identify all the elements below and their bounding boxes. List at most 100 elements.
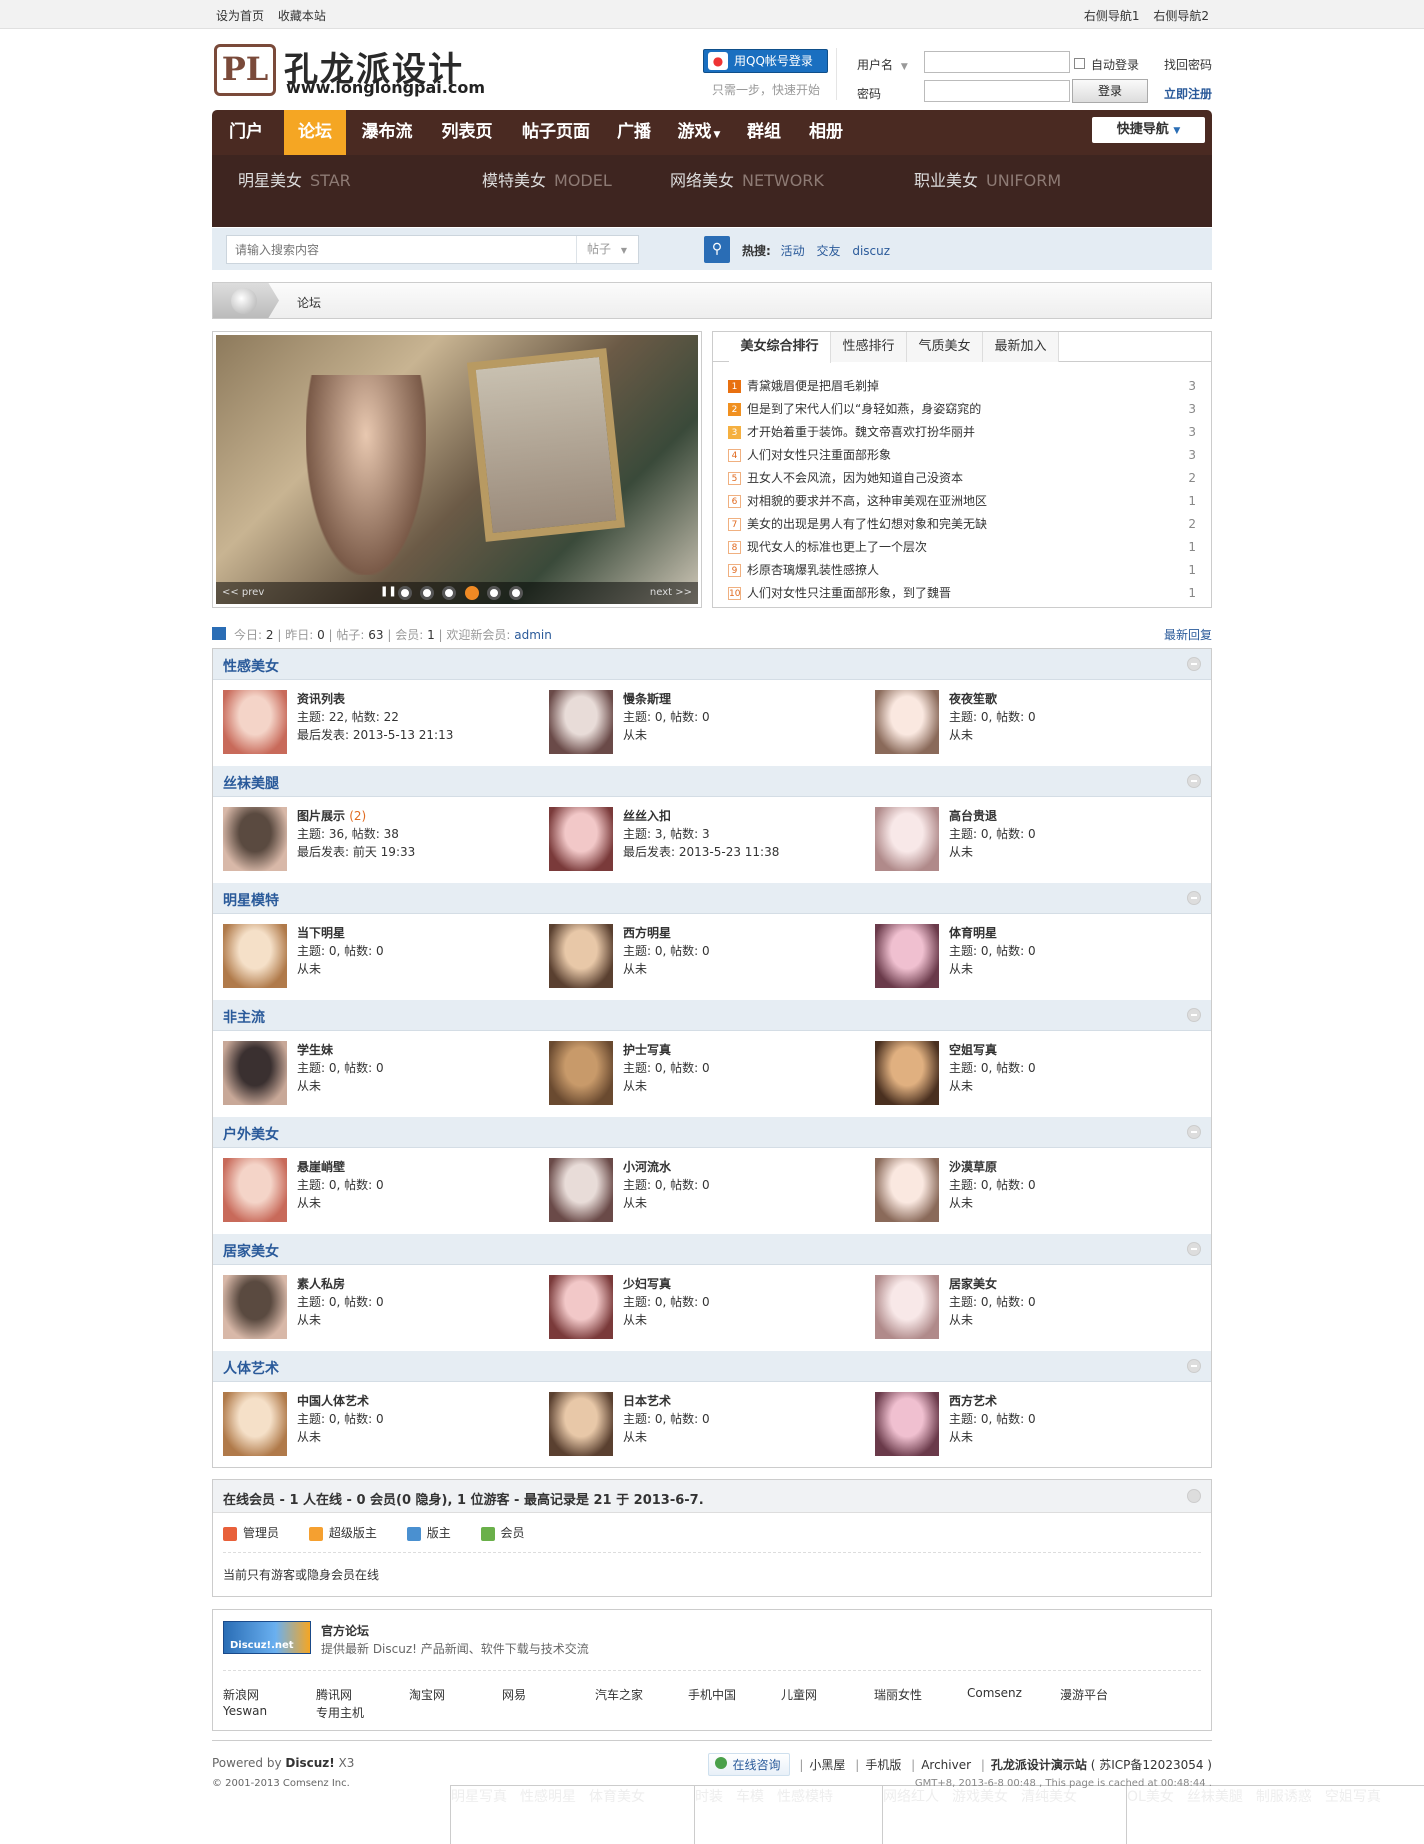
forum-thumbnail[interactable] [875, 1392, 939, 1456]
nav-item-waterfall[interactable]: 瀑布流 [352, 110, 422, 155]
subnav-link[interactable]: 时装 [695, 1789, 723, 1805]
forum-name[interactable]: 图片展示 (2) [297, 807, 366, 824]
friend-link[interactable]: 瑞丽女性 [874, 1686, 922, 1703]
forum-item[interactable]: 夜夜笙歌 主题: 0, 帖数: 0 从未 [875, 690, 1195, 756]
forum-thumbnail[interactable] [875, 1158, 939, 1222]
forum-name[interactable]: 高台贵退 [949, 807, 997, 824]
forum-item[interactable]: 资讯列表 主题: 22, 帖数: 22 最后发表: 2013-5-13 21:13 [223, 690, 543, 756]
category-title[interactable]: 非主流 [223, 1007, 265, 1027]
subnav-link[interactable]: 性感明星 [520, 1789, 576, 1805]
register-link[interactable]: 立即注册 [1164, 85, 1212, 102]
quick-nav-button[interactable]: 快捷导航 ▼ [1092, 117, 1205, 143]
forum-name[interactable]: 空姐写真 [949, 1041, 997, 1058]
forum-name-text[interactable]: 素人私房 [297, 1277, 345, 1291]
subnav-link[interactable]: 性感模特 [777, 1789, 833, 1805]
forum-thumbnail[interactable] [549, 1392, 613, 1456]
forum-name-text[interactable]: 日本艺术 [623, 1394, 671, 1408]
qq-login-button[interactable]: ● 用QQ帐号登录 [703, 49, 828, 73]
collapse-icon[interactable] [1187, 1242, 1201, 1256]
forum-name-text[interactable]: 当下明星 [297, 926, 345, 940]
site-logo[interactable]: PL 孔龙派设计 www.longlongpai.com [214, 44, 504, 97]
category-header[interactable]: 明星模特 [213, 883, 1211, 914]
forum-name-text[interactable]: 中国人体艺术 [297, 1394, 369, 1408]
auto-login-checkbox[interactable] [1074, 58, 1085, 69]
forum-item[interactable]: 素人私房 主题: 0, 帖数: 0 从未 [223, 1275, 543, 1341]
list-item[interactable]: 5 丑女人不会风流，因为她知道自己没资本 2 [728, 469, 1198, 492]
forum-thumbnail[interactable] [223, 924, 287, 988]
forum-thumbnail[interactable] [549, 1275, 613, 1339]
forum-name[interactable]: 日本艺术 [623, 1392, 671, 1409]
forum-item[interactable]: 学生妹 主题: 0, 帖数: 0 从未 [223, 1041, 543, 1107]
forum-name-text[interactable]: 夜夜笙歌 [949, 692, 997, 706]
discuz-link[interactable]: Discuz! [285, 1756, 334, 1770]
subnav-title[interactable]: 明星美女 [238, 171, 302, 190]
tab-newest[interactable]: 最新加入 [983, 332, 1059, 362]
forum-item[interactable]: 慢条斯理 主题: 0, 帖数: 0 从未 [549, 690, 869, 756]
forum-thumbnail[interactable] [875, 690, 939, 754]
nav-item-album[interactable]: 相册 [800, 110, 852, 155]
search-type-select[interactable]: 帖子 ▼ [576, 236, 638, 263]
forum-item[interactable]: 护士写真 主题: 0, 帖数: 0 从未 [549, 1041, 869, 1107]
discuz-banner[interactable]: Discuz!.net [223, 1621, 311, 1654]
online-header[interactable]: 在线会员 - 1 人在线 - 0 会员(0 隐身), 1 位游客 - 最高记录是… [213, 1480, 1211, 1513]
forum-name-text[interactable]: 悬崖峭壁 [297, 1160, 345, 1174]
list-item[interactable]: 8 现代女人的标准也更上了一个层次 1 [728, 538, 1198, 561]
list-item[interactable]: 9 杉原杏璃爆乳装性感撩人 1 [728, 561, 1198, 584]
forum-name[interactable]: 体育明星 [949, 924, 997, 941]
friend-link[interactable]: 汽车之家 [595, 1686, 643, 1703]
forum-item[interactable]: 沙漠草原 主题: 0, 帖数: 0 从未 [875, 1158, 1195, 1224]
breadcrumb-current[interactable]: 论坛 [297, 294, 321, 311]
category-title[interactable]: 明星模特 [223, 890, 279, 910]
category-header[interactable]: 居家美女 [213, 1234, 1211, 1265]
subnav-link[interactable]: 明星写真 [451, 1789, 507, 1805]
official-forum-link[interactable]: 官方论坛 [321, 1622, 369, 1639]
subnav-link[interactable]: 车模 [736, 1789, 764, 1805]
forum-thumbnail[interactable] [223, 807, 287, 871]
home-button[interactable] [213, 283, 279, 318]
tab-overall[interactable]: 美女综合排行 [729, 332, 831, 363]
friend-link[interactable]: Yeswan [223, 1704, 267, 1718]
forum-name[interactable]: 护士写真 [623, 1041, 671, 1058]
friend-link[interactable]: 专用主机 [316, 1704, 364, 1721]
friend-link[interactable]: 网易 [502, 1686, 526, 1703]
collapse-icon[interactable] [1187, 774, 1201, 788]
friend-link[interactable]: 手机中国 [688, 1686, 736, 1703]
forum-thumbnail[interactable] [223, 1275, 287, 1339]
footer-link[interactable]: 手机版 [865, 1758, 901, 1772]
icp-link[interactable]: ( 苏ICP备12023054 ) [1091, 1758, 1212, 1772]
forum-name[interactable]: 丝丝入扣 [623, 807, 671, 824]
forum-name-text[interactable]: 空姐写真 [949, 1043, 997, 1057]
forum-name[interactable]: 悬崖峭壁 [297, 1158, 345, 1175]
slider-dot-active[interactable] [464, 586, 479, 600]
forum-item[interactable]: 悬崖峭壁 主题: 0, 帖数: 0 从未 [223, 1158, 543, 1224]
forum-name-text[interactable]: 体育明星 [949, 926, 997, 940]
collapse-icon[interactable] [1187, 1125, 1201, 1139]
collapse-icon[interactable] [1187, 657, 1201, 671]
set-homepage-link[interactable]: 设为首页 [216, 9, 264, 23]
nav-item-groups[interactable]: 群组 [738, 110, 790, 155]
slider-dot[interactable] [420, 586, 435, 600]
rank-title[interactable]: 现代女人的标准也更上了一个层次 [747, 540, 927, 554]
forum-name-text[interactable]: 图片展示 [297, 809, 345, 823]
forgot-password-link[interactable]: 找回密码 [1164, 56, 1212, 73]
tab-sexy[interactable]: 性感排行 [831, 332, 907, 362]
list-item[interactable]: 10 人们对女性只注重面部形象，到了魏晋 1 [728, 584, 1198, 607]
subnav-title[interactable]: 职业美女 [914, 171, 978, 190]
list-item[interactable]: 7 美女的出现是男人有了性幻想对象和完美无缺 2 [728, 515, 1198, 538]
forum-item[interactable]: 中国人体艺术 主题: 0, 帖数: 0 从未 [223, 1392, 543, 1458]
category-title[interactable]: 居家美女 [223, 1241, 279, 1261]
username-label[interactable]: 用户名 ▼ [857, 56, 908, 73]
hot-search-link[interactable]: discuz [852, 244, 890, 258]
search-input[interactable] [227, 236, 607, 263]
friend-link[interactable]: Comsenz [967, 1686, 1022, 1700]
friend-link[interactable]: 淘宝网 [409, 1686, 445, 1703]
forum-thumbnail[interactable] [875, 1275, 939, 1339]
forum-item[interactable]: 西方艺术 主题: 0, 帖数: 0 从未 [875, 1392, 1195, 1458]
forum-item[interactable]: 居家美女 主题: 0, 帖数: 0 从未 [875, 1275, 1195, 1341]
forum-name-text[interactable]: 丝丝入扣 [623, 809, 671, 823]
nav-item-games[interactable]: 游戏 ▼ [668, 110, 730, 155]
forum-thumbnail[interactable] [875, 924, 939, 988]
forum-name-text[interactable]: 资讯列表 [297, 692, 345, 706]
rank-title[interactable]: 青黛娥眉便是把眉毛剃掉 [747, 379, 879, 393]
subnav-link[interactable]: 空姐写真 [1325, 1789, 1381, 1805]
